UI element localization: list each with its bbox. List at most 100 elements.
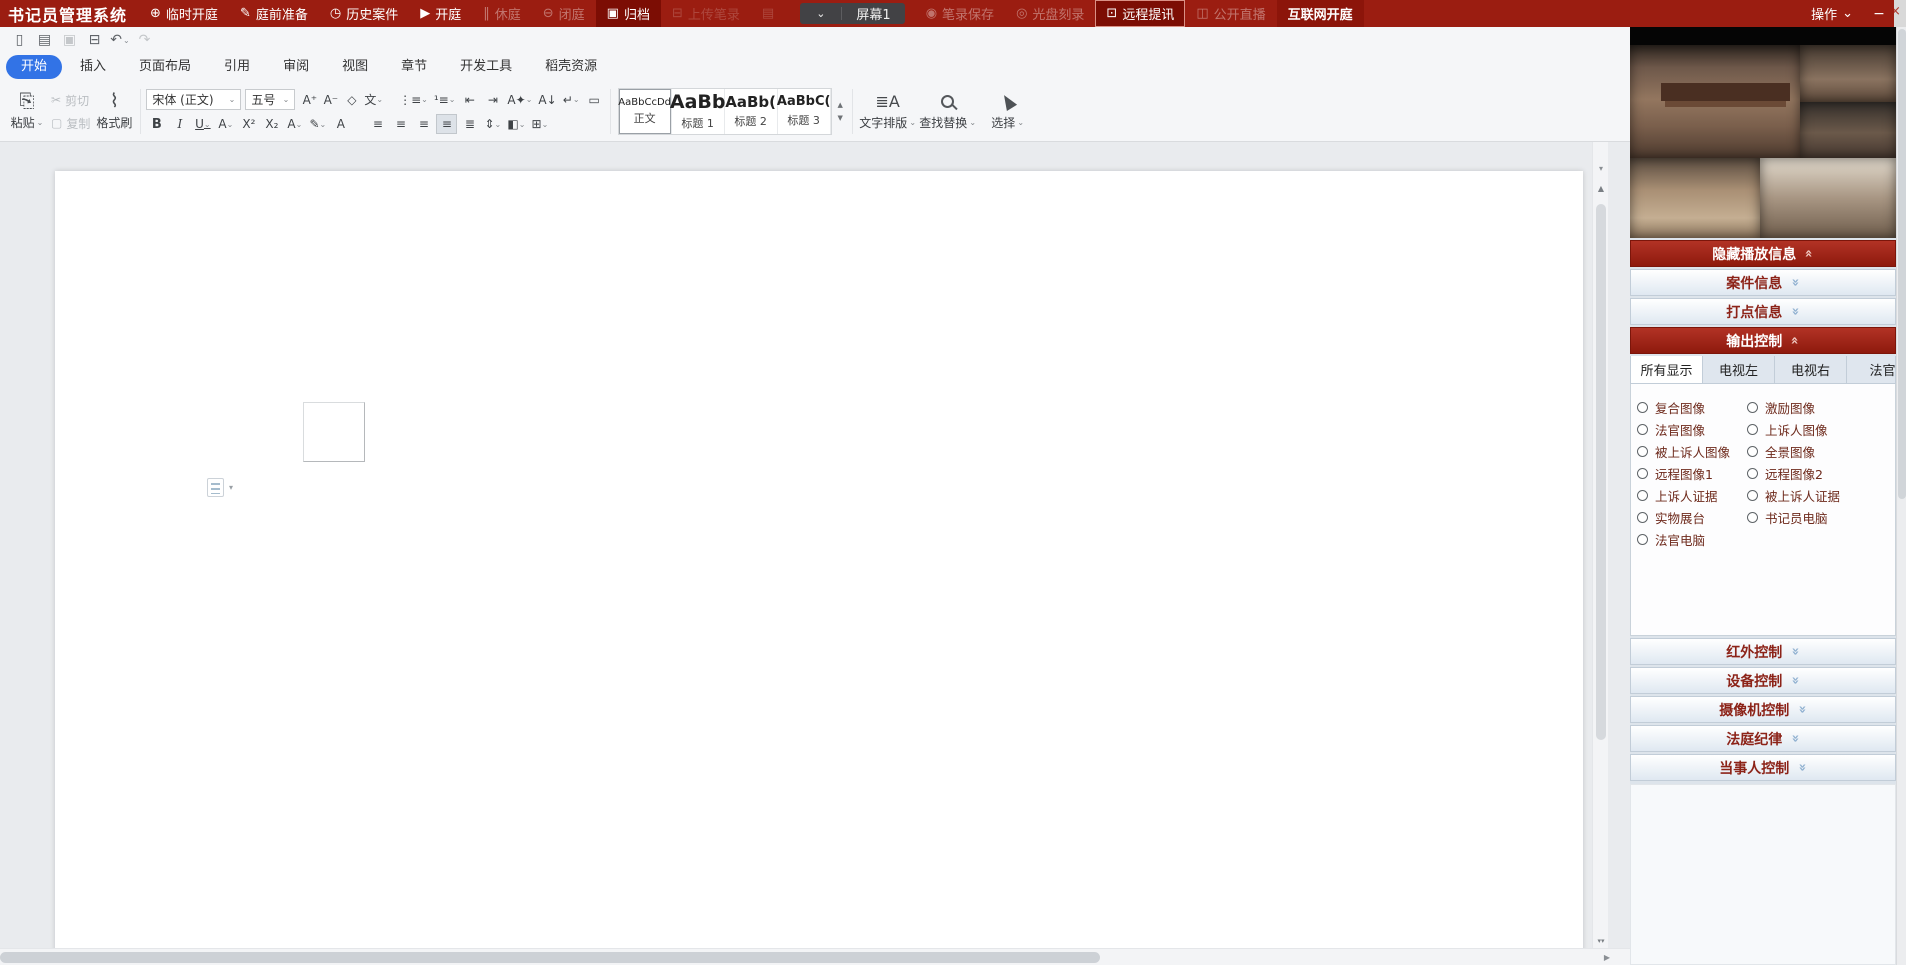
courtroom-main-feed[interactable]	[1630, 45, 1800, 158]
output-source-radio[interactable]: 法官图像	[1637, 418, 1730, 440]
subscript-button[interactable]: X₂	[261, 114, 282, 134]
wrap-button[interactable]: ↵ ⌄	[561, 90, 582, 110]
output-source-radio[interactable]: 复合图像	[1637, 396, 1730, 418]
camera-composite-view[interactable]	[1630, 27, 1896, 238]
style-body[interactable]: AaBbCcDd 正文	[619, 89, 672, 134]
output-source-radio[interactable]: 书记员电脑	[1747, 506, 1840, 528]
tab-section[interactable]: 章节	[386, 55, 442, 79]
output-source-radio[interactable]: 被上诉人证据	[1747, 484, 1840, 506]
tab-review[interactable]: 审阅	[268, 55, 324, 79]
menu-upload-record[interactable]: ⊟ 上传笔录	[661, 0, 751, 27]
undo-button[interactable]: ↶ ⌄	[109, 32, 131, 48]
section-device-control[interactable]: 设备控制 »	[1630, 667, 1896, 694]
menu-history-cases[interactable]: ◷ 历史案件	[319, 0, 409, 27]
panel-scroll-thumb[interactable]	[1898, 29, 1906, 499]
font-size-select[interactable]: 五号 ⌄	[245, 89, 295, 110]
char-shading-button[interactable]: A	[330, 114, 351, 134]
tab-view[interactable]: 视图	[327, 55, 383, 79]
output-tab-tv-left[interactable]: 电视左	[1703, 356, 1775, 383]
section-court-discipline[interactable]: 法庭纪律 »	[1630, 725, 1896, 752]
align-right-button[interactable]: ≡	[413, 114, 434, 134]
section-case-info[interactable]: 案件信息 »	[1630, 269, 1896, 296]
output-source-radio[interactable]: 全景图像	[1747, 440, 1840, 462]
output-source-radio[interactable]: 上诉人证据	[1637, 484, 1730, 506]
phonetic-guide-button[interactable]: 文 ⌄	[362, 90, 385, 110]
menu-public-live[interactable]: ◫ 公开直播	[1185, 0, 1276, 27]
output-tab-judge[interactable]: 法官	[1847, 356, 1896, 383]
section-hide-playback-info[interactable]: 隐藏播放信息 »	[1630, 240, 1896, 267]
radio-circle-icon[interactable]	[1637, 490, 1648, 501]
close-button[interactable]: ×	[1894, 0, 1906, 27]
superscript-button[interactable]: X²	[238, 114, 259, 134]
courtroom-feed-bottom-right[interactable]	[1760, 158, 1896, 238]
courtroom-feed-right-middle[interactable]	[1800, 102, 1896, 158]
radio-circle-icon[interactable]	[1747, 402, 1758, 413]
find-replace-button[interactable]: 查找替换⌄	[918, 92, 978, 131]
bullet-list-button[interactable]: ⋮≡ ⌄	[397, 90, 430, 110]
radio-circle-icon[interactable]	[1637, 534, 1648, 545]
radio-circle-icon[interactable]	[1747, 490, 1758, 501]
output-source-radio[interactable]: 被上诉人图像	[1637, 440, 1730, 462]
output-source-radio[interactable]: 远程图像1	[1637, 462, 1730, 484]
align-justify-button[interactable]: ≡	[436, 114, 457, 134]
line-spacing-button[interactable]: ⇕ ⌄	[482, 114, 503, 134]
output-tab-tv-right[interactable]: 电视右	[1775, 356, 1847, 383]
next-page-icon[interactable]: ▾▾	[1595, 939, 1607, 944]
format-painter-button[interactable]: ⌇ 格式刷	[93, 92, 135, 131]
tab-devtools[interactable]: 开发工具	[445, 55, 527, 79]
menu-record-save[interactable]: ◉ 笔录保存	[915, 0, 1005, 27]
select-button[interactable]: 选择⌄	[978, 92, 1038, 131]
styles-gallery-spinner[interactable]: ▲ ▼	[834, 84, 847, 139]
menu-temp-open-court[interactable]: ⊕ 临时开庭	[139, 0, 229, 27]
radio-circle-icon[interactable]	[1637, 402, 1648, 413]
copy-button[interactable]: ▢ 复制	[51, 115, 90, 132]
screen-selector-label[interactable]: 屏幕1	[842, 4, 904, 23]
radio-circle-icon[interactable]	[1637, 512, 1648, 523]
chevron-down-icon[interactable]: ▾	[229, 483, 233, 492]
horizontal-scroll-thumb[interactable]	[0, 952, 1100, 963]
font-color-button[interactable]: A ⌄	[284, 114, 305, 134]
underline-button[interactable]: U ⌄	[192, 114, 213, 134]
spinner-up-icon[interactable]: ▲	[837, 101, 842, 109]
vertical-scroll-thumb[interactable]	[1596, 204, 1606, 740]
style-heading2[interactable]: AaBb( 标题 2	[725, 89, 778, 134]
output-tab-all-displays[interactable]: 所有显示	[1631, 356, 1703, 383]
minimize-button[interactable]: −	[1864, 6, 1894, 22]
strike-button[interactable]: A ⌄	[215, 114, 236, 134]
spinner-down-icon[interactable]: ▼	[837, 114, 842, 122]
menu-recess[interactable]: ‖ 休庭	[472, 0, 532, 27]
radio-circle-icon[interactable]	[1747, 512, 1758, 523]
screen-selector[interactable]: ⌄ 屏幕1	[800, 3, 905, 24]
borders-button[interactable]: ⊞ ⌄	[529, 114, 550, 134]
menu-pretrial-prep[interactable]: ✎ 庭前准备	[229, 0, 319, 27]
section-marker-info[interactable]: 打点信息 »	[1630, 298, 1896, 325]
scroll-up-icon[interactable]: ▲	[1595, 184, 1607, 193]
number-list-button[interactable]: ¹≡ ⌄	[432, 90, 458, 110]
cut-button[interactable]: ✂ 剪切	[51, 92, 90, 109]
output-source-radio[interactable]: 实物展台	[1637, 506, 1730, 528]
tab-resources[interactable]: 稻壳资源	[530, 55, 612, 79]
align-left-button[interactable]: ≡	[367, 114, 388, 134]
font-name-select[interactable]: 宋体 (正文) ⌄	[146, 89, 241, 110]
distribute-button[interactable]: ≣	[459, 114, 480, 134]
shading-button[interactable]: ◧ ⌄	[505, 114, 527, 134]
chevron-down-icon[interactable]: ⌄	[800, 7, 842, 20]
text-effect-button[interactable]: A✦ ⌄	[505, 90, 534, 110]
output-source-radio[interactable]: 激励图像	[1747, 396, 1840, 418]
radio-circle-icon[interactable]	[1637, 446, 1648, 457]
tab-home[interactable]: 开始	[6, 55, 62, 79]
bold-button[interactable]: B	[146, 114, 167, 134]
menu-open-court[interactable]: ▶ 开庭	[409, 0, 472, 27]
paste-button[interactable]: ⎘ 粘贴⌄	[6, 92, 48, 131]
menu-doc-ghost[interactable]: ▤	[751, 0, 790, 27]
style-heading1[interactable]: AaBb 标题 1	[672, 89, 725, 134]
word-count-button[interactable]: ▭	[584, 90, 605, 110]
ruler-toggle-icon[interactable]: ▾	[1595, 164, 1607, 173]
radio-circle-icon[interactable]	[1747, 468, 1758, 479]
menu-archive[interactable]: ▣ 归档	[596, 0, 661, 27]
style-heading3[interactable]: AaBbC( 标题 3	[778, 89, 831, 134]
tab-layout[interactable]: 页面布局	[124, 55, 206, 79]
section-litigant-control[interactable]: 当事人控制 »	[1630, 754, 1896, 781]
increase-font-button[interactable]: A⁺	[299, 90, 320, 110]
indent-button[interactable]: ⇥	[482, 90, 503, 110]
